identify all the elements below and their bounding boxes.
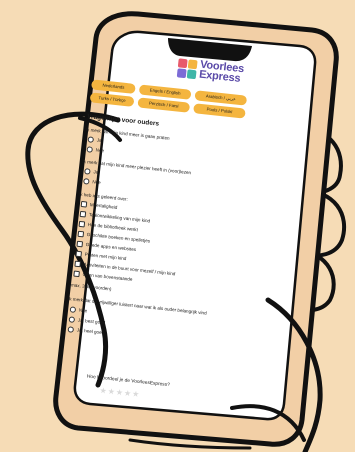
option-label: Geen van bovenstaande [82, 271, 133, 282]
radio-icon[interactable] [69, 306, 77, 313]
q2-option-ja[interactable]: Ja [84, 168, 98, 175]
option-label: Nee [92, 179, 102, 186]
checkbox-icon[interactable] [80, 200, 88, 208]
q2-option-nee[interactable]: Nee [83, 178, 101, 186]
logo-mark-icon [176, 58, 199, 80]
q3-option-8[interactable]: Geen van bovenstaande [73, 270, 133, 283]
lang-nederlands[interactable]: Nederlands [91, 79, 136, 94]
logo-square-2 [187, 59, 198, 70]
checkbox-icon[interactable] [78, 220, 86, 228]
radio-icon[interactable] [68, 316, 76, 323]
lang-pools[interactable]: Pools / Polski [193, 103, 246, 119]
logo-line-2: Express [198, 68, 241, 85]
option-label: Ja [96, 137, 102, 143]
checkbox-icon[interactable] [79, 210, 87, 218]
option-label: Ja, best goed [77, 317, 106, 326]
star-icon[interactable]: ★ [132, 389, 141, 399]
checkbox-icon[interactable] [73, 270, 80, 278]
lang-perzisch[interactable]: Perzisch / Farsi [137, 97, 191, 113]
lang-turks[interactable]: Turks / Türkçe [89, 92, 135, 107]
question-3: Ik heb iets geleerd over: [78, 191, 129, 202]
checkbox-icon[interactable] [77, 230, 85, 238]
radio-icon[interactable] [83, 178, 90, 185]
voorleesexpress-logo: Voorlees Express [176, 58, 256, 90]
option-label: Nee [78, 307, 88, 314]
radio-icon[interactable] [86, 146, 94, 153]
option-label: Goede apps en websites [85, 241, 137, 253]
question-2: Ik merk dat mijn kind meer plezier heeft… [82, 158, 192, 176]
q3-option-6[interactable]: Praten met mijn kind [75, 250, 127, 262]
radio-icon[interactable] [87, 136, 95, 143]
logo-square-3 [176, 68, 187, 79]
option-label: Praten met mijn kind [84, 251, 127, 262]
radio-icon[interactable] [67, 326, 75, 333]
survey-title: Vragenlijst voor ouders [86, 113, 160, 128]
max-answers-note: (max. 3 antwoorden) [69, 282, 112, 292]
q1-option-ja[interactable]: Ja [87, 136, 102, 143]
q1-option-nee[interactable]: Nee [86, 146, 104, 154]
logo-square-1 [177, 58, 188, 69]
q4-option-heel-goed[interactable]: Ja, heel goed [67, 326, 104, 336]
q3-option-1[interactable]: Meertaligheid [80, 200, 118, 211]
option-label: Taalontwikkeling van mijn kind [88, 212, 151, 224]
checkbox-icon[interactable] [74, 260, 81, 268]
question-4: Ik merk dat de vrijwilliger luistert naa… [67, 296, 207, 316]
logo-text: Voorlees Express [198, 59, 245, 85]
option-label: Hoe de bibliotheek werkt [87, 221, 139, 233]
q4-option-nee[interactable]: Nee [69, 306, 88, 314]
q4-option-best-goed[interactable]: Ja, best goed [68, 316, 106, 326]
radio-icon[interactable] [84, 168, 91, 175]
logo-square-4 [186, 69, 197, 80]
option-label: Ja, heel goed [76, 327, 105, 336]
option-label: Nee [95, 147, 105, 154]
star-rating: ★★★★★ [99, 386, 141, 399]
option-label: Meertaligheid [89, 202, 118, 210]
checkbox-icon[interactable] [75, 250, 83, 258]
option-label: Ja [93, 169, 99, 175]
checkbox-icon[interactable] [76, 240, 84, 248]
